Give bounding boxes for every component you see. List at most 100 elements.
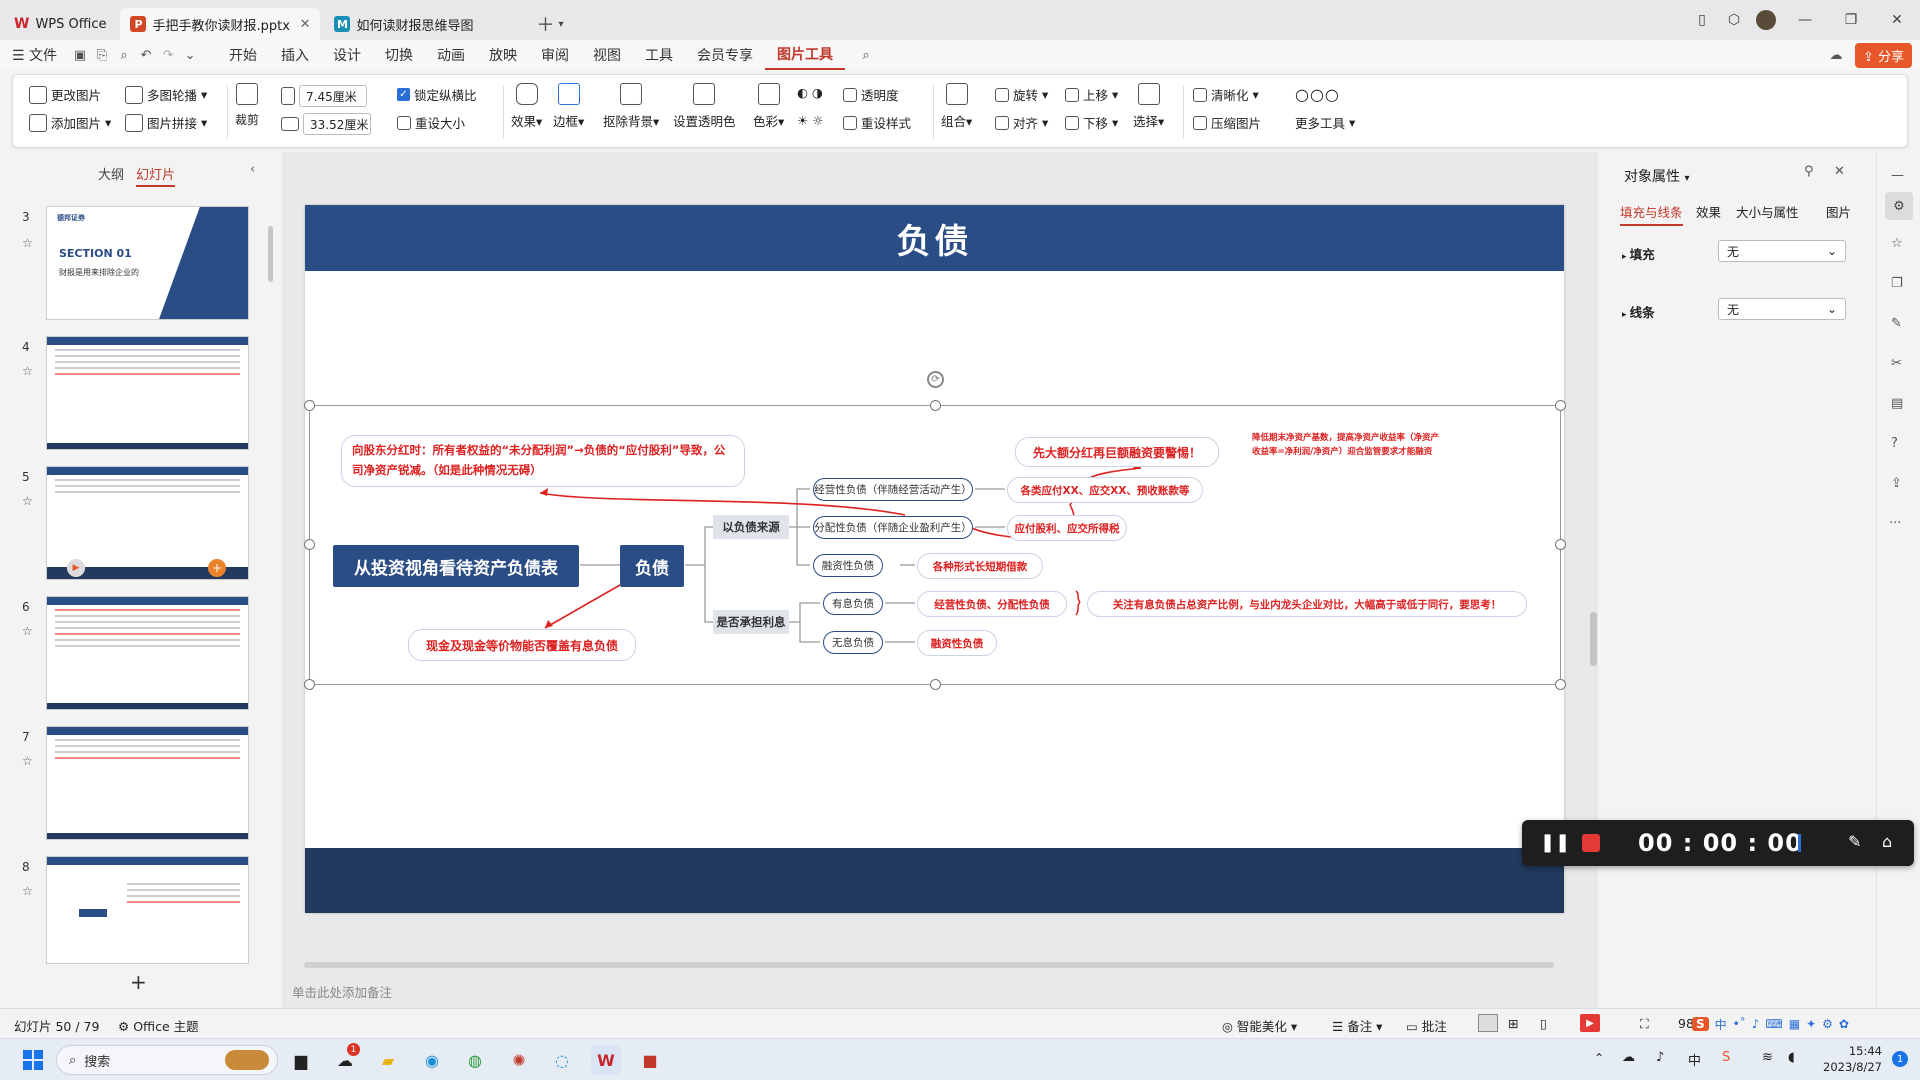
share-icon[interactable]: ⇪ [1891, 476, 1902, 491]
align-button[interactable]: 对齐 ▾ [995, 113, 1048, 132]
menu-start[interactable]: 开始 [217, 45, 269, 65]
distribution-liability-node[interactable]: 分配性负债（伴随企业盈利产生） [813, 516, 973, 539]
pause-icon[interactable]: ❚❚ [1540, 832, 1570, 853]
chevron-down-icon[interactable]: ⌄ [179, 44, 201, 66]
resize-handle[interactable] [930, 400, 941, 411]
add-picture-button[interactable]: 添加图片 ▾ [29, 113, 111, 132]
picture-stitch-button[interactable]: 图片拼接 ▾ [125, 113, 207, 132]
pin-icon[interactable]: ⚲ [1804, 164, 1814, 179]
contrast-down-icon[interactable]: ◑ [812, 85, 823, 100]
menu-view[interactable]: 视图 [581, 45, 633, 65]
play-slideshow-icon[interactable]: ▶ [1580, 1014, 1600, 1032]
layout-icon[interactable]: ▯ [1686, 4, 1718, 36]
panel-scrollbar[interactable] [268, 226, 273, 282]
sogou-tray-icon[interactable]: S [1722, 1050, 1730, 1065]
brightness-buttons[interactable]: ◐ ◑ [797, 85, 823, 100]
book-icon[interactable]: ▤ [1891, 396, 1903, 411]
contrast-up-icon[interactable]: ◐ [797, 85, 808, 100]
search-icon[interactable]: ⌕ [855, 44, 877, 66]
multi-carousel-button[interactable]: 多图轮播 ▾ [125, 85, 207, 104]
more-tools-button[interactable]: 更多工具 ▾ [1295, 113, 1355, 132]
menu-transition[interactable]: 切换 [373, 45, 425, 65]
line-select[interactable]: 无 ⌄ [1718, 298, 1846, 320]
menu-slideshow[interactable]: 放映 [477, 45, 529, 65]
mic-icon[interactable]: ♪ [1656, 1050, 1664, 1065]
panel-title[interactable]: 对象属性 ▾ [1624, 166, 1689, 186]
weather-icon[interactable]: ☁ 1 [330, 1043, 360, 1075]
avatar[interactable] [1750, 4, 1782, 36]
normal-view-icon[interactable] [1478, 1014, 1498, 1032]
effects-button[interactable]: 效果▾ [511, 83, 542, 130]
collapse-panel-icon[interactable]: ‹ [250, 162, 255, 177]
redo-icon[interactable]: ↷ [157, 44, 179, 66]
menu-review[interactable]: 审阅 [529, 45, 581, 65]
brightness-up-icon[interactable]: ☀ [797, 113, 808, 128]
minimize-button[interactable]: — [1782, 4, 1828, 36]
share-button[interactable]: ⇪ 分享 [1854, 42, 1912, 68]
task-view-icon[interactable]: ▆ [286, 1045, 316, 1075]
wps-taskbar-icon[interactable]: W [591, 1045, 621, 1075]
taskbar-search[interactable]: ⌕ 搜索 [56, 1045, 278, 1075]
change-picture-button[interactable]: 更改图片 [29, 85, 101, 104]
tools-icon[interactable]: ✂ [1891, 356, 1902, 371]
select-button[interactable]: 选择▾ [1133, 83, 1164, 130]
tab-mindmap-document[interactable]: M 如何读财报思维导图 [324, 8, 524, 40]
set-transparent-color-button[interactable]: 设置透明色 [673, 83, 736, 130]
close-window-button[interactable]: ✕ [1874, 4, 1920, 36]
play-icon[interactable]: ▶ [67, 559, 85, 577]
tab-picture[interactable]: 图片 [1826, 202, 1851, 221]
brightness-down-icon[interactable]: ☼ [812, 113, 823, 128]
fill-section-toggle[interactable]: ▸ 填充 [1622, 244, 1655, 263]
cutout-background-button[interactable]: 抠除背景▾ [603, 83, 659, 130]
volume-icon[interactable]: ◖ [1788, 1050, 1795, 1065]
financing-note[interactable]: 各种形式长短期借款 [917, 553, 1043, 579]
wechat-icon[interactable]: ◍ [460, 1045, 490, 1075]
copy-icon[interactable]: ❐ [1891, 276, 1903, 291]
star-icon[interactable]: ☆ [22, 236, 33, 250]
tab-outline[interactable]: 大纲 [98, 164, 124, 183]
slide-thumbnail-3[interactable]: 德邦证券 SECTION 01 财报是用来排除企业的 [46, 206, 249, 320]
interest-bearing-note[interactable]: 经营性负债、分配性负债 [917, 591, 1067, 617]
fit-icon[interactable]: ⛶ [1640, 1016, 1649, 1032]
notification-count-badge[interactable]: 1 [1892, 1051, 1908, 1067]
send-backward-button[interactable]: 下移 ▾ [1065, 113, 1118, 132]
star-icon[interactable]: ☆ [22, 754, 33, 768]
vertical-scrollbar[interactable] [1590, 612, 1597, 666]
add-slide-icon[interactable]: + [208, 559, 226, 577]
financing-liability-node[interactable]: 融资性负债 [813, 554, 883, 577]
windows-start-icon[interactable] [18, 1045, 48, 1075]
menu-insert[interactable]: 插入 [269, 45, 321, 65]
clarify-button[interactable]: 清晰化 ▾ [1193, 85, 1259, 104]
tab-fill-line[interactable]: 填充与线条 [1620, 202, 1683, 226]
interest-ratio-note[interactable]: 关注有息负债占总资产比例，与业内龙头企业对比，大幅高于或低于同行，要思考！ [1087, 591, 1527, 617]
resize-handle[interactable] [304, 539, 315, 550]
menu-design[interactable]: 设计 [321, 45, 373, 65]
non-interest-node[interactable]: 无息负债 [823, 631, 883, 654]
star-icon[interactable]: ☆ [22, 624, 33, 638]
recorder-taskbar-icon[interactable]: ■ [635, 1045, 665, 1075]
tab-wps-office[interactable]: W WPS Office [4, 8, 116, 40]
slide-thumbnail-5[interactable]: ▶ + [46, 466, 249, 580]
branch-node-interest[interactable]: 是否承担利息 [713, 610, 789, 634]
cloud-icon[interactable]: ☁ [1825, 44, 1847, 66]
dividend-warning-note[interactable]: 先大额分红再巨额融资要警惕！ [1015, 437, 1219, 467]
resize-handle[interactable] [304, 679, 315, 690]
share-doc-icon[interactable]: ⎘ [91, 44, 113, 66]
sun-buttons[interactable]: ☀ ☼ [797, 113, 823, 128]
compress-picture-button[interactable]: 压缩图片 [1193, 113, 1261, 132]
star-icon[interactable]: ☆ [22, 364, 33, 378]
resize-handle[interactable] [1555, 679, 1566, 690]
resize-handle[interactable] [1555, 400, 1566, 411]
center-node[interactable]: 负债 [620, 545, 684, 587]
resize-handle[interactable] [304, 400, 315, 411]
height-field[interactable]: 33.52厘米 [281, 113, 371, 135]
undo-icon[interactable]: ↶ [135, 44, 157, 66]
smart-beautify-button[interactable]: ◎ 智能美化 ▾ [1222, 1016, 1297, 1035]
add-slide-button[interactable]: + [130, 970, 147, 994]
restore-button[interactable]: ❐ [1828, 4, 1874, 36]
menu-picture-tools[interactable]: 图片工具 [765, 40, 846, 70]
edge-icon[interactable]: ◉ [417, 1045, 447, 1075]
new-tab-button[interactable]: ＋ ▾ [524, 8, 575, 40]
cube-icon[interactable]: ⬡ [1718, 4, 1750, 36]
ime-toolbar[interactable]: S 中 •˚ ♪ ⌨ ▦ ✦ ⚙ ✿ [1692, 1012, 1849, 1036]
